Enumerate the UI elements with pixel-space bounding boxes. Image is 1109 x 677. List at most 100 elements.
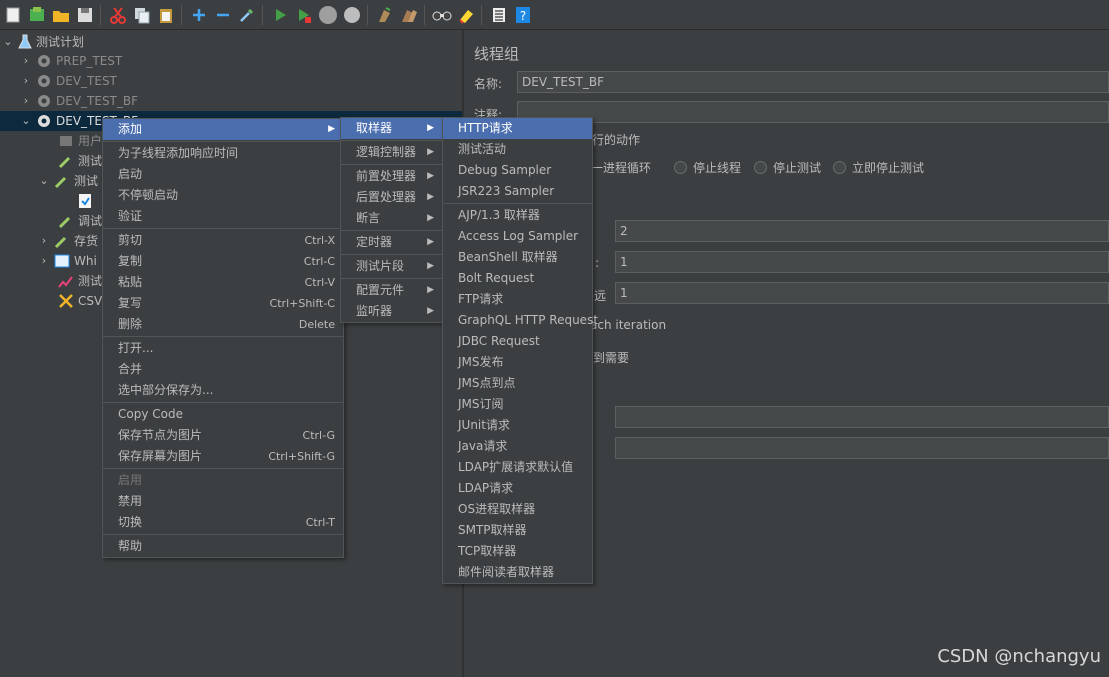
menu-item[interactable]: JDBC Request [443,331,592,352]
toggle-icon[interactable] [235,3,258,26]
radio-stop-thread[interactable]: 停止线程 [674,159,741,176]
menu-item[interactable]: 切换 Ctrl-T [103,512,343,533]
menu-item[interactable]: 断言 ▶ [341,208,442,229]
tree-child[interactable]: 测试 [58,151,102,171]
cut-icon[interactable] [106,3,129,26]
threads-field[interactable]: 2 [615,220,1109,242]
menu-item[interactable]: 保存屏幕为图片 Ctrl+Shift-G [103,446,343,467]
new-icon[interactable] [1,3,24,26]
menu-item[interactable]: Bolt Request [443,268,592,289]
radio-stop-test-now[interactable]: 立即停止测试 [833,159,924,176]
chevron-down-icon[interactable]: ⌄ [20,111,32,131]
tree-child[interactable]: 调试 [58,211,102,231]
tree-item-dev-test-bf[interactable]: › DEV_TEST_BF [20,91,138,111]
menu-item[interactable]: 帮助 [103,536,343,557]
menu-item[interactable]: 保存节点为图片 Ctrl-G [103,425,343,446]
menu-item[interactable]: 测试片段 ▶ [341,256,442,277]
tree-child[interactable]: CSV [58,291,102,311]
stop-icon[interactable] [316,3,339,26]
radio-stop-test[interactable]: 停止测试 [754,159,821,176]
menu-item[interactable]: 合并 [103,359,343,380]
clear-all-icon[interactable] [397,3,420,26]
chevron-right-icon[interactable]: › [38,231,50,251]
shutdown-icon[interactable] [340,3,363,26]
menu-item[interactable]: 选中部分保存为... [103,380,343,401]
loop-field[interactable]: 1 [615,282,1109,304]
tree-item-prep-test[interactable]: › PREP_TEST [20,51,122,71]
menu-item[interactable]: Java请求 [443,436,592,457]
menu-item[interactable]: AJP/1.3 取样器 [443,205,592,226]
menu-item[interactable]: TCP取样器 [443,541,592,562]
tree-child[interactable]: 测试 [58,271,102,291]
menu-item[interactable]: SMTP取样器 [443,520,592,541]
tree-child[interactable]: ⌄ 测试 [38,171,98,191]
menu-item[interactable]: 添加 ▶ [103,119,343,140]
copy-icon[interactable] [130,3,153,26]
tree-item-dev-test[interactable]: › DEV_TEST [20,71,117,91]
reset-search-icon[interactable] [454,3,477,26]
menu-item[interactable]: 取样器 ▶ [341,118,442,139]
menu-item[interactable]: 定时器 ▶ [341,232,442,253]
menu-item[interactable]: 粘贴 Ctrl-V [103,272,343,293]
menu-item[interactable]: 测试活动 [443,139,592,160]
menu-item[interactable]: 复写 Ctrl+Shift-C [103,293,343,314]
menu-item[interactable]: Access Log Sampler [443,226,592,247]
chevron-right-icon[interactable]: › [20,51,32,71]
menu-item[interactable]: JSR223 Sampler [443,181,592,202]
menu-item[interactable]: LDAP请求 [443,478,592,499]
menu-item[interactable]: LDAP扩展请求默认值 [443,457,592,478]
menu-item[interactable]: 启动 [103,164,343,185]
menu-item[interactable]: 打开... [103,338,343,359]
chevron-down-icon[interactable]: ⌄ [38,171,50,191]
chevron-right-icon[interactable]: › [20,91,32,111]
start-no-pause-icon[interactable] [292,3,315,26]
menu-item[interactable]: GraphQL HTTP Request [443,310,598,331]
menu-item[interactable]: 配置元件 ▶ [341,280,442,301]
tree-child[interactable]: › 存货 [38,231,98,251]
menu-item[interactable]: JMS订阅 [443,394,592,415]
menu-item[interactable]: 验证 [103,206,343,227]
menu-item[interactable]: 为子线程添加响应时间 [103,143,343,164]
comment-field[interactable] [517,101,1109,123]
chevron-right-icon[interactable]: › [20,71,32,91]
start-icon[interactable] [268,3,291,26]
menu-item[interactable]: 删除 Delete [103,314,343,335]
tree-child[interactable]: 用户 [58,131,102,151]
menu-item[interactable]: 不停顿启动 [103,185,343,206]
clear-icon[interactable] [373,3,396,26]
menu-item[interactable]: JMS发布 [443,352,592,373]
menu-item[interactable]: 邮件阅读者取样器 [443,562,592,583]
duration-field[interactable] [615,406,1109,428]
menu-item[interactable]: OS进程取样器 [443,499,592,520]
menu-item[interactable]: HTTP请求 [443,118,592,139]
tree-root[interactable]: ⌄ 测试计划 [2,32,84,52]
collapse-icon[interactable] [211,3,234,26]
ramp-up-field[interactable]: 1 [615,251,1109,273]
menu-item[interactable]: Copy Code [103,404,343,425]
menu-item[interactable]: Debug Sampler [443,160,592,181]
chevron-down-icon[interactable]: ⌄ [2,32,14,52]
menu-item[interactable]: 前置处理器 ▶ [341,166,442,187]
templates-icon[interactable] [25,3,48,26]
paste-icon[interactable] [154,3,177,26]
menu-item[interactable]: FTP请求 [443,289,592,310]
menu-item[interactable]: 后置处理器 ▶ [341,187,442,208]
tree-child[interactable]: › Whi [38,251,97,271]
expand-icon[interactable] [187,3,210,26]
name-field[interactable]: DEV_TEST_BF [517,71,1109,93]
menu-item[interactable]: BeanShell 取样器 [443,247,592,268]
menu-item[interactable]: JUnit请求 [443,415,592,436]
chevron-right-icon[interactable]: › [38,251,50,271]
open-icon[interactable] [49,3,72,26]
menu-item[interactable]: 复制 Ctrl-C [103,251,343,272]
tree-child[interactable] [78,191,92,211]
save-icon[interactable] [73,3,96,26]
startup-delay-field[interactable] [615,437,1109,459]
menu-item[interactable]: 逻辑控制器 ▶ [341,142,442,163]
menu-item[interactable]: 禁用 [103,491,343,512]
menu-item[interactable]: 监听器 ▶ [341,301,442,322]
menu-item[interactable]: 剪切 Ctrl-X [103,230,343,251]
help-icon[interactable]: ? [511,3,534,26]
search-icon[interactable] [430,3,453,26]
function-helper-icon[interactable] [487,3,510,26]
